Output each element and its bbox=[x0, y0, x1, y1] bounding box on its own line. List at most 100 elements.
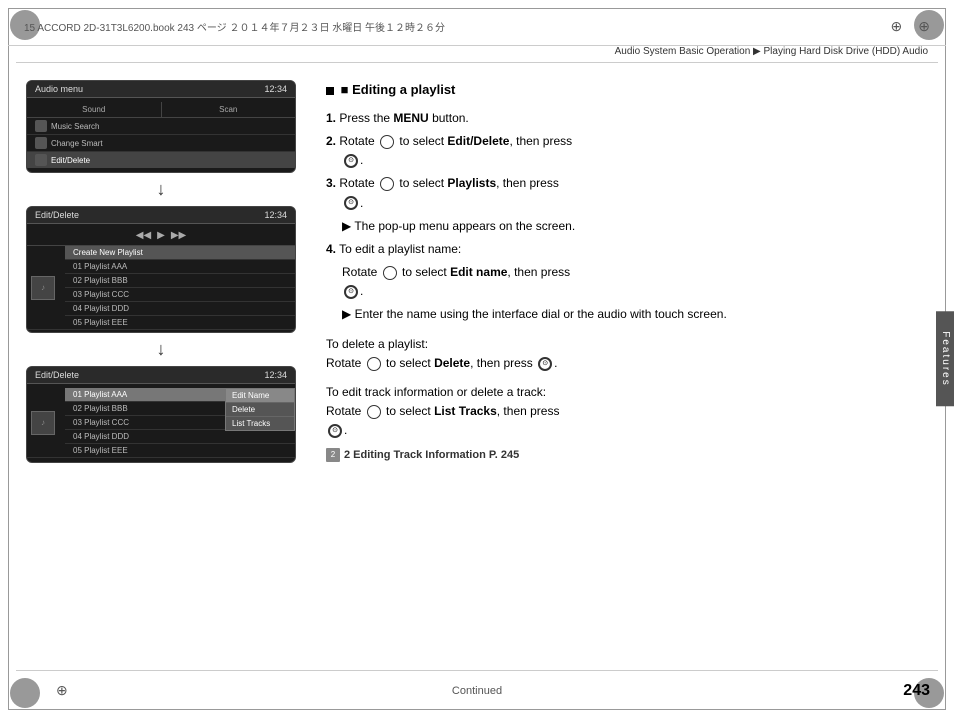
context-menu-popup: Edit Name Delete List Tracks bbox=[225, 388, 295, 431]
features-tab: Features bbox=[936, 311, 954, 406]
crosshair-footer-left: ⊕ bbox=[56, 682, 68, 699]
section-heading: ■ Editing a playlist bbox=[326, 80, 918, 101]
header-file-info: 15 ACCORD 2D-31T3L6200.book 243 ページ ２０１４… bbox=[24, 19, 891, 34]
push-icon-2: ⊙ bbox=[344, 154, 358, 168]
step2-text: Rotate to select Edit/Delete, then press bbox=[339, 134, 572, 148]
main-content: Audio menu 12:34 Sound Scan Music Search… bbox=[16, 70, 938, 668]
dial-icon-3 bbox=[380, 177, 394, 191]
instructions-column: ■ Editing a playlist 1. Press the MENU b… bbox=[306, 70, 938, 668]
screen1-header: Audio menu 12:34 bbox=[27, 81, 295, 98]
edit-track-section: To edit track information or delete a tr… bbox=[326, 383, 918, 441]
crosshair-right: ⊕ bbox=[918, 18, 930, 35]
screen2-row5-text: 05 Playlist EEE bbox=[73, 318, 128, 327]
crosshair-left: ⊕ bbox=[891, 18, 903, 35]
screen-audio-menu: Audio menu 12:34 Sound Scan Music Search… bbox=[26, 80, 296, 173]
step-3: 3. Rotate to select Playlists, then pres… bbox=[326, 174, 918, 212]
step2-num: 2. bbox=[326, 134, 336, 148]
screen-edit-popup: Edit/Delete 12:34 ♪ 01 Playlist AAA bbox=[26, 366, 296, 463]
edit-track-label: To edit track information or delete a tr… bbox=[326, 383, 918, 402]
screen3-header: Edit/Delete 12:34 bbox=[27, 367, 295, 384]
subtitle-divider bbox=[16, 62, 938, 63]
screen1-row2-text: Change Smart bbox=[51, 139, 103, 148]
step2-bold: Edit/Delete bbox=[447, 134, 509, 148]
popup-delete: Delete bbox=[226, 403, 294, 417]
features-tab-label: Features bbox=[940, 331, 951, 386]
screen1-row1-text: Music Search bbox=[51, 122, 99, 131]
screen1-title: Audio menu bbox=[35, 84, 83, 94]
step-4: 4. To edit a playlist name: bbox=[326, 240, 918, 259]
step-2: 2. Rotate to select Edit/Delete, then pr… bbox=[326, 132, 918, 170]
screen2-row-p4: 04 Playlist DDD bbox=[65, 302, 295, 316]
arrow-down-1: ↓ bbox=[157, 173, 166, 206]
dial-icon-2 bbox=[380, 135, 394, 149]
thumb-icon: ♪ bbox=[41, 283, 45, 292]
breadcrumb-text: Audio System Basic Operation ▶ Playing H… bbox=[615, 46, 928, 57]
screen2-time: 12:34 bbox=[264, 210, 287, 220]
album-thumb: ♪ bbox=[31, 276, 55, 300]
page-number: 243 bbox=[903, 682, 938, 700]
delete-section: To delete a playlist: Rotate to select D… bbox=[326, 335, 918, 373]
screen2-row3-text: 03 Playlist CCC bbox=[73, 290, 129, 299]
step1-num: 1. bbox=[326, 111, 336, 125]
screen1-body: Sound Scan Music Search Change Smart Edi… bbox=[27, 98, 295, 172]
screen2-row2-text: 02 Playlist BBB bbox=[73, 276, 128, 285]
screen1-tabs: Sound Scan bbox=[27, 102, 295, 118]
screen1-row-change: Change Smart bbox=[27, 135, 295, 152]
thumb-icon-3: ♪ bbox=[41, 418, 45, 427]
screen2-body: ◀◀ ▶ ▶▶ ♪ Create New Playlist bbox=[27, 224, 295, 332]
heading-square bbox=[326, 87, 334, 95]
screen3-time: 12:34 bbox=[264, 370, 287, 380]
step3-bold: Playlists bbox=[447, 176, 496, 190]
album-thumb-3: ♪ bbox=[31, 411, 55, 435]
screen3-thumb: ♪ bbox=[27, 388, 65, 458]
step4-bold: Edit name bbox=[450, 265, 507, 279]
page-header: 15 ACCORD 2D-31T3L6200.book 243 ページ ２０１４… bbox=[8, 8, 946, 46]
ref-icon: 2 bbox=[326, 448, 340, 462]
screen2-row-p1: 01 Playlist AAA bbox=[65, 260, 295, 274]
arrow-down-2: ↓ bbox=[157, 333, 166, 366]
step3-num: 3. bbox=[326, 176, 336, 190]
screen2-row4-text: 04 Playlist DDD bbox=[73, 304, 129, 313]
screen2-row-p2: 02 Playlist BBB bbox=[65, 274, 295, 288]
screen1-tab-sound: Sound bbox=[27, 102, 162, 117]
screen3-body: ♪ 01 Playlist AAA 02 Playlist BBB 03 Pla… bbox=[27, 384, 295, 462]
music-icon bbox=[35, 120, 47, 132]
screen1-time: 12:34 bbox=[264, 84, 287, 94]
footer-continued: Continued bbox=[452, 685, 502, 697]
section-title-text: ■ Editing a playlist bbox=[341, 82, 456, 97]
play-btn: ▶ bbox=[157, 230, 165, 241]
screen3-list-area: ♪ 01 Playlist AAA 02 Playlist BBB 03 Pla… bbox=[27, 388, 295, 458]
screen2-row-p3: 03 Playlist CCC bbox=[65, 288, 295, 302]
step4-num: 4. bbox=[326, 242, 336, 256]
dial-icon-track bbox=[367, 405, 381, 419]
popup-list-tracks: List Tracks bbox=[226, 417, 294, 430]
screen2-row-create: Create New Playlist bbox=[65, 246, 295, 260]
subtitle-breadcrumb: Audio System Basic Operation ▶ Playing H… bbox=[613, 46, 930, 57]
page-footer: ⊕ Continued 243 bbox=[16, 670, 938, 710]
screen1-row-music: Music Search bbox=[27, 118, 295, 135]
screen3-row1-text: 02 Playlist BBB bbox=[73, 404, 128, 413]
edit-icon bbox=[35, 154, 47, 166]
screen3-row0-text: 01 Playlist AAA bbox=[73, 390, 127, 399]
screen2-rows: Create New Playlist 01 Playlist AAA 02 P… bbox=[65, 246, 295, 330]
screen1-row-edit: Edit/Delete bbox=[27, 152, 295, 168]
screen2-title: Edit/Delete bbox=[35, 210, 79, 220]
screen3-row2-text: 03 Playlist CCC bbox=[73, 418, 129, 427]
step2-push: ⊙. bbox=[342, 151, 918, 170]
next-btn: ▶▶ bbox=[171, 230, 186, 241]
step3-note: ▶ The pop-up menu appears on the screen. bbox=[342, 217, 918, 236]
screen2-thumb: ♪ bbox=[27, 246, 65, 330]
step1-text: Press the MENU button. bbox=[339, 111, 468, 125]
popup-edit-name: Edit Name bbox=[226, 389, 294, 403]
delete-bold: Delete bbox=[434, 356, 470, 370]
screen2-row0-text: Create New Playlist bbox=[73, 248, 143, 257]
step3-push: ⊙. bbox=[342, 194, 918, 213]
edit-track-detail: Rotate to select List Tracks, then press… bbox=[326, 402, 918, 440]
screen3-title: Edit/Delete bbox=[35, 370, 79, 380]
push-icon-4: ⊙ bbox=[344, 285, 358, 299]
screen3-row-p4: 04 Playlist DDD bbox=[65, 430, 295, 444]
playback-controls: ◀◀ ▶ ▶▶ bbox=[27, 226, 295, 246]
screen2-row1-text: 01 Playlist AAA bbox=[73, 262, 127, 271]
screen3-rows: 01 Playlist AAA 02 Playlist BBB 03 Playl… bbox=[65, 388, 295, 458]
step4-text: To edit a playlist name: bbox=[339, 242, 461, 256]
